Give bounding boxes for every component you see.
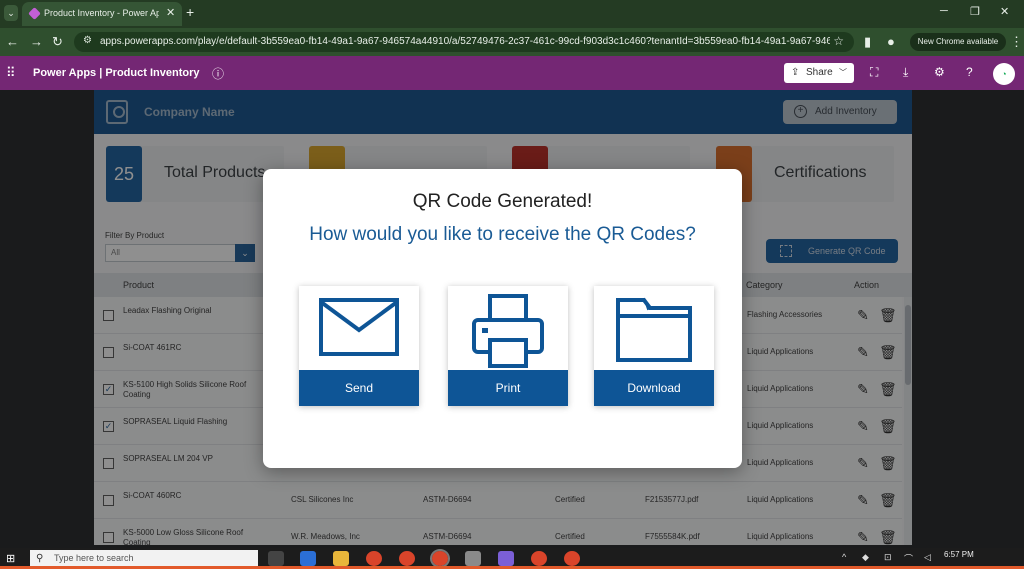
file-explorer-icon[interactable] (333, 551, 349, 566)
app-icon[interactable] (465, 551, 481, 566)
tab-search-button[interactable]: ⌄ (4, 5, 18, 21)
volume-icon[interactable]: ◁ (924, 552, 931, 563)
settings-gear-icon[interactable]: ⚙ (934, 65, 945, 79)
windows-start-icon[interactable]: ⊞ (6, 552, 15, 565)
chevron-down-icon: ﹀ (839, 68, 847, 77)
network-icon[interactable]: ⊡ (884, 552, 892, 563)
dialog-subtitle: How would you like to receive the QR Cod… (309, 224, 696, 245)
chrome-icon[interactable] (399, 551, 415, 566)
browser-tab-strip: ⌄ Product Inventory - Power Apps ✕ + ─ ❐… (0, 0, 1024, 28)
powerapps-title: Power Apps | Product Inventory (33, 67, 200, 79)
search-placeholder: Type here to search (54, 553, 134, 563)
address-bar[interactable]: ⚙ apps.powerapps.com/play/e/default-3b55… (74, 32, 854, 52)
download-icon[interactable]: ⤓ (903, 65, 908, 80)
site-info-icon[interactable]: ⚙ (83, 35, 92, 46)
close-icon[interactable]: ✕ (166, 6, 175, 19)
folder-icon (616, 297, 692, 362)
powerapps-favicon-icon (28, 7, 41, 20)
more-menu-icon[interactable]: ⋮ (1010, 34, 1023, 50)
profile-icon[interactable]: ● (887, 34, 895, 49)
print-option-card[interactable]: Print (448, 286, 568, 406)
forward-arrow-icon[interactable]: → (30, 34, 43, 49)
powerapps-header: ⠿ Power Apps | Product Inventory ⓘ ⇪ Sha… (0, 56, 1024, 90)
browser-toolbar: ← → ↻ ⚙ apps.powerapps.com/play/e/defaul… (0, 28, 1024, 56)
help-icon[interactable]: ? (966, 65, 973, 79)
download-option-card[interactable]: Download (594, 286, 714, 406)
printer-icon (472, 294, 544, 368)
window-close-icon[interactable]: ✕ (1000, 5, 1009, 18)
url-text: apps.powerapps.com/play/e/default-3b559e… (100, 36, 830, 47)
outlook-icon[interactable] (300, 551, 316, 566)
teams-icon[interactable] (498, 551, 514, 566)
taskbar-search-input[interactable]: ⚲ Type here to search (30, 550, 258, 567)
minimize-icon[interactable]: ─ (940, 5, 948, 17)
app-launcher-icon[interactable]: ⠿ (6, 65, 16, 81)
tray-chevron-up-icon[interactable]: ^ (842, 552, 846, 562)
chrome-icon[interactable] (366, 551, 382, 566)
chrome-icon[interactable] (430, 549, 450, 568)
chrome-icon[interactable] (531, 551, 547, 566)
search-icon: ⚲ (36, 553, 44, 564)
task-view-icon[interactable] (268, 551, 284, 566)
dialog-title: QR Code Generated! (412, 191, 593, 212)
envelope-icon (319, 298, 399, 356)
share-label: Share (806, 67, 833, 78)
maximize-icon[interactable]: ❐ (970, 5, 980, 18)
download-button[interactable]: Download (594, 370, 714, 406)
reload-icon[interactable]: ↻ (52, 34, 63, 50)
fit-to-window-icon[interactable]: ⛶ (870, 65, 878, 80)
browser-tab[interactable]: Product Inventory - Power Apps ✕ (22, 2, 182, 26)
tab-title: Product Inventory - Power Apps (44, 8, 159, 18)
qr-generated-dialog: QR Code Generated! How would you like to… (263, 169, 742, 468)
send-button[interactable]: Send (299, 370, 419, 406)
send-option-card[interactable]: Send (299, 286, 419, 406)
new-chrome-available-button[interactable]: New Chrome available (910, 33, 1006, 51)
back-arrow-icon[interactable]: ← (6, 34, 19, 49)
share-button[interactable]: ⇪ Share ﹀ (784, 63, 854, 83)
print-button[interactable]: Print (448, 370, 568, 406)
tray-app-icon[interactable]: ◆ (862, 552, 869, 563)
share-icon: ⇪ (791, 67, 800, 78)
info-icon[interactable]: ⓘ (212, 65, 224, 82)
new-tab-icon[interactable]: + (186, 4, 194, 20)
side-panel-icon[interactable]: ▮ (864, 34, 871, 50)
chrome-icon[interactable] (564, 551, 580, 566)
avatar[interactable]: ◔ (993, 63, 1015, 85)
bookmark-star-icon[interactable]: ☆ (833, 34, 844, 48)
clock[interactable]: 6:57 PM (944, 550, 974, 559)
wifi-icon[interactable]: ⌒ (904, 552, 913, 565)
